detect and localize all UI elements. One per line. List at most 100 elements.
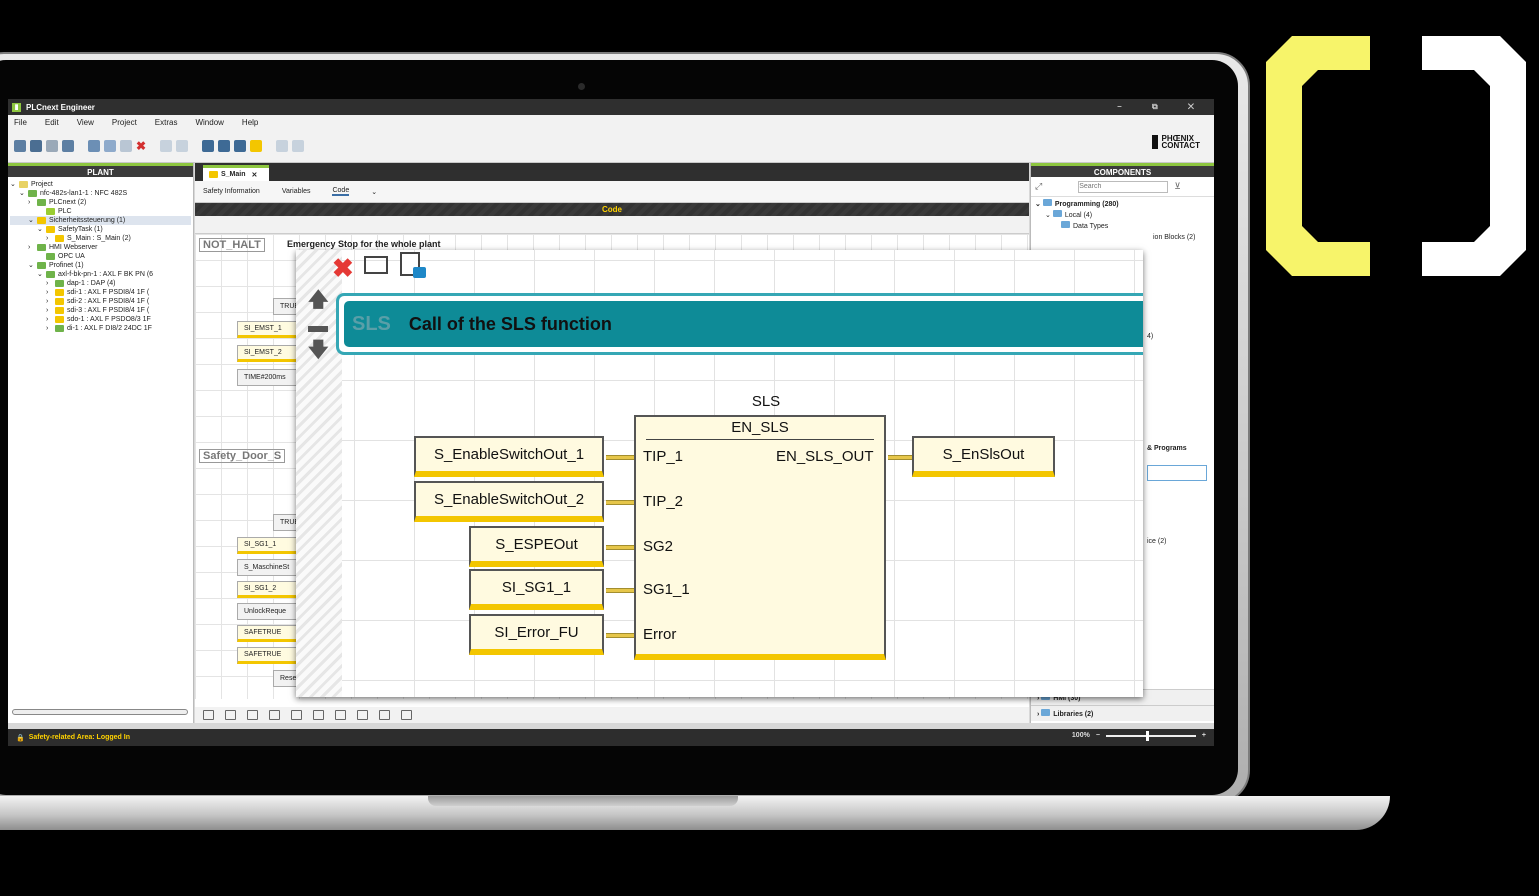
zoom-in-icon[interactable]: + <box>1202 732 1206 739</box>
chevron-right-icon[interactable]: › <box>46 324 55 333</box>
tree-item[interactable]: ⌄ nfc-482s-lan1-1 : NFC 482S <box>10 189 191 198</box>
chevron-right-icon[interactable]: › <box>28 243 37 252</box>
redo-icon[interactable] <box>176 139 189 152</box>
input-variable[interactable]: SI_Error_FU <box>469 614 604 655</box>
zoom-icon[interactable] <box>225 710 236 720</box>
chevron-down-icon[interactable]: ⌄ <box>28 261 37 270</box>
input-variable[interactable]: S_EnableSwitchOut_1 <box>414 436 604 477</box>
tree-item[interactable]: ⌄ Sicherheitssteuerung (1) <box>10 216 191 225</box>
safety-login-icon[interactable] <box>250 139 263 152</box>
chevron-right-icon[interactable]: › <box>46 234 55 243</box>
layout-icon[interactable] <box>276 139 289 152</box>
data-types-item[interactable]: Data Types <box>1035 221 1210 232</box>
coil-icon[interactable] <box>313 710 324 720</box>
components-search-input[interactable] <box>1078 180 1169 193</box>
tree-node-icon <box>55 307 64 314</box>
tree-item[interactable]: › HMI Webserver <box>10 243 191 252</box>
libraries-group[interactable]: › Libraries (2) <box>1031 706 1214 721</box>
move-down-icon[interactable]: 🡇 <box>308 340 329 360</box>
chevron-right-icon[interactable]: › <box>46 288 55 297</box>
tree-item[interactable]: › S_Main : S_Main (2) <box>10 234 191 243</box>
close-tab-icon[interactable]: ✕ <box>252 171 258 179</box>
panels-icon[interactable] <box>292 139 305 152</box>
zoom-out-icon[interactable]: − <box>1096 732 1100 739</box>
tree-item[interactable]: ⌄ Profinet (1) <box>10 261 191 270</box>
jump-icon[interactable] <box>335 710 346 720</box>
window-controls[interactable]: – ⧉ ✕ <box>1117 102 1208 112</box>
subtab-code[interactable]: Code <box>332 187 350 196</box>
delete-icon[interactable]: ✖ <box>332 253 354 284</box>
cut-icon[interactable] <box>88 139 100 152</box>
programming-item[interactable]: ⌄ Programming (280) <box>1035 199 1210 210</box>
tree-item[interactable]: › sdi-3 : AXL F PSDI8/4 1F ( <box>10 306 191 315</box>
tree-item[interactable]: › sdi-1 : AXL F PSDI8/4 1F ( <box>10 288 191 297</box>
tree-item[interactable]: ⌄ Project <box>10 180 191 189</box>
chevron-down-icon[interactable]: ⌄ <box>37 225 46 234</box>
chevron-down-icon[interactable]: ⌄ <box>28 216 37 225</box>
menu-window[interactable]: Window <box>195 118 223 127</box>
chevron-down-icon[interactable]: ⌄ <box>19 189 28 198</box>
chevron-right-icon[interactable]: › <box>46 315 55 324</box>
chevron-right-icon[interactable]: › <box>46 279 55 288</box>
subtab-safety-information[interactable]: Safety Information <box>203 188 260 195</box>
tree-item[interactable]: › PLCnext (2) <box>10 198 191 207</box>
tree-item[interactable]: PLC <box>10 207 191 216</box>
copy-icon[interactable] <box>104 139 116 152</box>
rebuild-icon[interactable] <box>218 139 231 152</box>
input-variable[interactable]: S_ESPEOut <box>469 526 604 567</box>
tree-item[interactable]: ⌄ axl-f-bk-pn-1 : AXL F BK PN (6 <box>10 270 191 279</box>
fbd-icon[interactable] <box>203 710 214 720</box>
build-icon[interactable] <box>202 139 215 152</box>
menu-view[interactable]: View <box>77 118 94 127</box>
local-item[interactable]: ⌄ Local (4) <box>1035 210 1210 221</box>
tree-item[interactable]: › di-1 : AXL F DI8/2 24DC 1F <box>10 324 191 333</box>
tab-s-main[interactable]: S_Main ✕ <box>203 165 269 181</box>
zoom-slider-knob[interactable] <box>1145 730 1149 741</box>
tree-item[interactable]: › sdi-2 : AXL F PSDI8/4 1F ( <box>10 297 191 306</box>
function-blocks-item[interactable]: ion Blocks (2) <box>1035 232 1210 243</box>
expand-all-icon[interactable]: ⤢ <box>1035 181 1042 192</box>
menu-file[interactable]: File <box>14 118 27 127</box>
menu-extras[interactable]: Extras <box>155 118 178 127</box>
chevron-right-icon[interactable]: › <box>46 297 55 306</box>
edit-comment-icon[interactable] <box>364 256 388 274</box>
lock-doc-icon[interactable] <box>400 252 426 278</box>
zoom-slider[interactable] <box>1105 730 1196 741</box>
undo-icon[interactable] <box>160 139 173 152</box>
save-icon[interactable] <box>46 139 58 152</box>
input-variable[interactable]: S_EnableSwitchOut_2 <box>414 481 604 522</box>
plant-horizontal-scrollbar[interactable] <box>12 709 188 715</box>
input-variable[interactable]: SI_SG1_1 <box>469 569 604 610</box>
save-all-icon[interactable] <box>62 139 74 152</box>
contact-icon[interactable] <box>291 710 302 720</box>
log-icon[interactable] <box>379 710 390 720</box>
menu-help[interactable]: Help <box>242 118 258 127</box>
tree-item[interactable]: ⌄ SafetyTask (1) <box>10 225 191 234</box>
output-variable[interactable]: S_EnSlsOut <box>912 436 1055 477</box>
programs-search-box[interactable] <box>1147 465 1207 481</box>
tree-item[interactable]: OPC UA <box>10 252 191 261</box>
subtab-dropdown-icon[interactable]: ⌄ <box>371 188 377 196</box>
variable-icon[interactable] <box>401 710 412 720</box>
chevron-down-icon[interactable]: ⌄ <box>37 270 46 279</box>
download-icon[interactable] <box>234 139 247 152</box>
chevron-right-icon[interactable]: › <box>28 198 37 207</box>
move-up-icon[interactable]: 🡅 <box>308 290 329 310</box>
filter-icon[interactable]: ⊻ <box>1174 181 1181 192</box>
open-project-icon[interactable] <box>30 139 42 152</box>
block-icon[interactable] <box>269 710 280 720</box>
new-project-icon[interactable] <box>14 139 26 152</box>
subtab-variables[interactable]: Variables <box>282 188 311 195</box>
paste-icon[interactable] <box>120 139 132 152</box>
menu-project[interactable]: Project <box>112 118 137 127</box>
menu-edit[interactable]: Edit <box>45 118 59 127</box>
collapse-icon[interactable]: ▬ <box>308 316 328 336</box>
network-comment-box[interactable]: SLS Call of the SLS function <box>336 293 1143 355</box>
delete-icon[interactable]: ✖ <box>136 139 146 153</box>
chevron-down-icon[interactable]: ⌄ <box>10 180 19 189</box>
network-icon[interactable] <box>247 710 258 720</box>
chevron-right-icon[interactable]: › <box>46 306 55 315</box>
tree-item[interactable]: › dap-1 : DAP (4) <box>10 279 191 288</box>
tree-item[interactable]: › sdo-1 : AXL F PSDO8/3 1F <box>10 315 191 324</box>
chart-icon[interactable] <box>357 710 368 720</box>
